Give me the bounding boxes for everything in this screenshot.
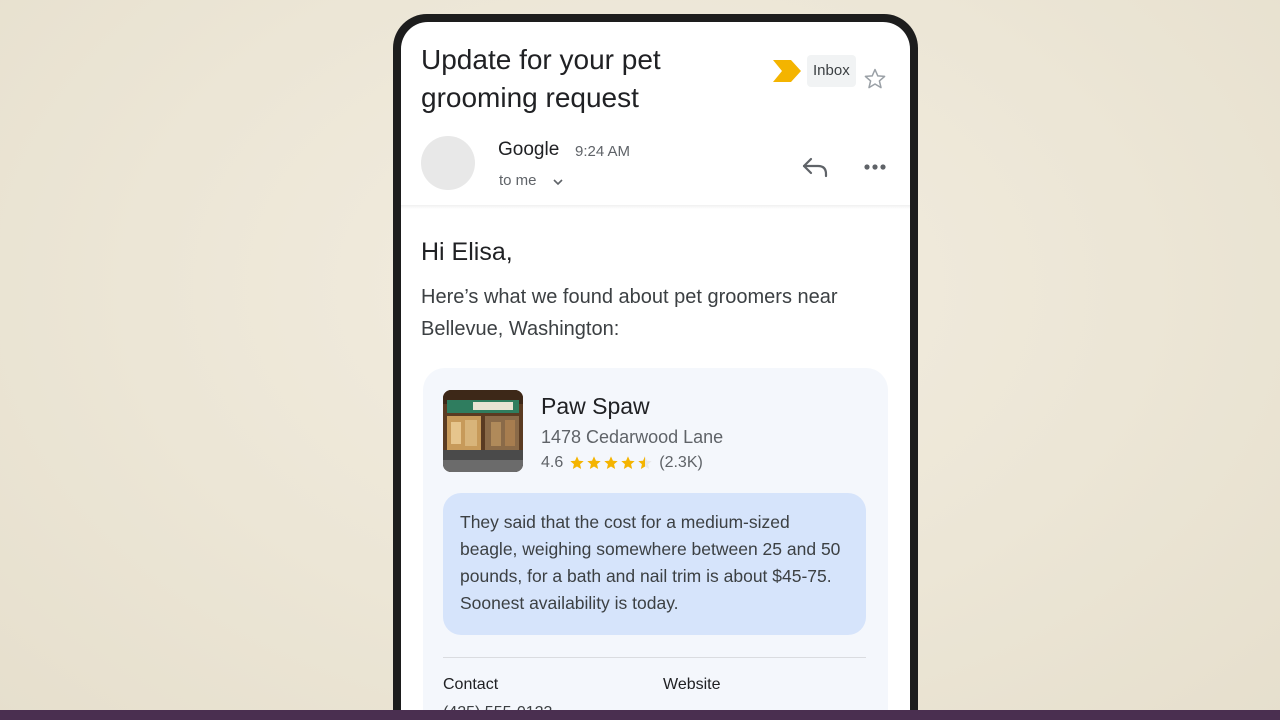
- place-photo[interactable]: [443, 390, 523, 472]
- header-divider: [401, 205, 910, 209]
- more-options-icon[interactable]: [863, 163, 887, 171]
- chevron-down-icon[interactable]: [552, 176, 564, 188]
- email-subject: Update for your pet grooming request: [421, 44, 661, 113]
- star-icon: [621, 456, 635, 469]
- place-rating: 4.6 (2.3K): [541, 452, 703, 474]
- rating-value: 4.6: [541, 454, 564, 471]
- website-label: Website: [663, 676, 721, 693]
- half-star-icon: [638, 456, 652, 469]
- place-address: 1478 Cedarwood Lane: [541, 427, 724, 447]
- place-card[interactable]: Paw Spaw 1478 Cedarwood Lane 4.6 (2.3K) …: [423, 368, 888, 712]
- reply-icon[interactable]: [801, 155, 829, 179]
- email-time: 9:24 AM: [575, 143, 631, 160]
- email-greeting: Hi Elisa,: [421, 238, 513, 266]
- inbox-label-chip[interactable]: Inbox: [807, 55, 856, 87]
- ai-call-summary: They said that the cost for a medium-siz…: [443, 493, 866, 635]
- email-intro: Here’s what we found about pet groomers …: [421, 286, 838, 340]
- footer-band: [0, 710, 1280, 720]
- star-icon: [587, 456, 601, 469]
- rating-stars: [569, 455, 653, 471]
- review-count[interactable]: (2.3K): [659, 454, 703, 472]
- sender-name[interactable]: Google: [498, 139, 559, 161]
- email-screen: Update for your pet grooming request Inb…: [401, 22, 910, 712]
- contact-label: Contact: [443, 676, 499, 693]
- star-icon: [570, 456, 584, 469]
- important-marker-icon[interactable]: [773, 60, 801, 82]
- star-outline-icon[interactable]: [863, 67, 887, 91]
- star-icon: [604, 456, 618, 469]
- place-name[interactable]: Paw Spaw: [541, 393, 650, 420]
- card-divider: [443, 657, 866, 658]
- recipient-details-toggle[interactable]: to me: [499, 172, 537, 189]
- sender-avatar[interactable]: [421, 136, 475, 190]
